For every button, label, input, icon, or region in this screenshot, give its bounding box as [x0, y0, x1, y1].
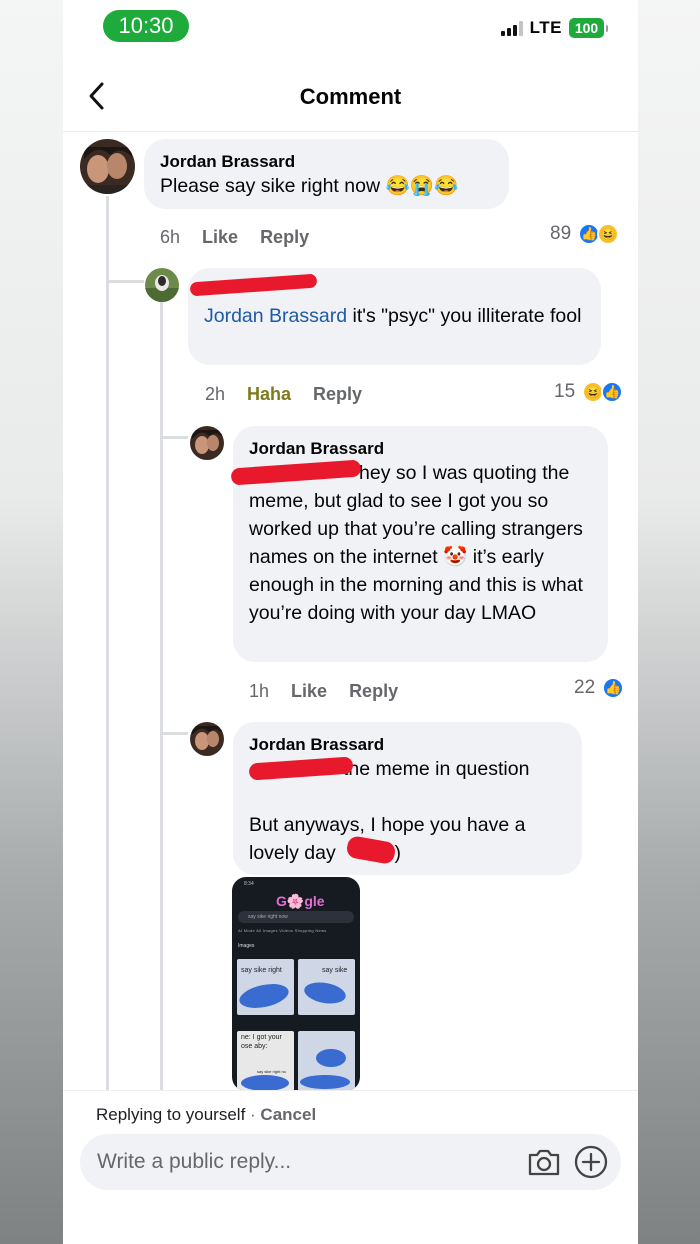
page-header: Comment: [63, 60, 638, 132]
attachment-time: 8:34: [244, 881, 254, 887]
haha-icon: 😆: [597, 223, 620, 245]
attachment-thumb: ne: I got your ose aby: say sike right n…: [237, 1031, 294, 1091]
reply-composer: Replying to yourself · Cancel: [63, 1090, 638, 1244]
like-icon: 👍: [602, 677, 625, 699]
comment-time: 1h: [249, 681, 270, 701]
reply-input-container: [80, 1134, 621, 1190]
thread-connector: [160, 436, 188, 439]
reaction-count: 22: [574, 677, 596, 698]
mention-link[interactable]: Jordan Brassard: [204, 305, 347, 327]
attachment-section: Images: [238, 943, 255, 949]
thread-connector: [106, 280, 144, 283]
page-title: Comment: [299, 84, 402, 109]
like-icon: 👍: [601, 381, 624, 403]
add-button[interactable]: [574, 1145, 608, 1179]
signal-icon: [500, 20, 523, 36]
camera-icon: [528, 1149, 560, 1176]
comment-text: Please say sike right now 😂😭😂: [160, 175, 459, 197]
avatar[interactable]: [190, 426, 224, 460]
plus-circle-icon: [574, 1145, 608, 1179]
reaction-summary[interactable]: 89 👍 😆: [550, 223, 620, 245]
reply-button[interactable]: Reply: [260, 227, 309, 248]
comment-text: hey so I was quoting the meme, but glad …: [249, 462, 583, 624]
status-indicators: LTE 100: [500, 18, 608, 38]
reply-button[interactable]: Reply: [349, 681, 398, 702]
image-attachment[interactable]: 8:34 G🌸gle say sike right now AI Mode Al…: [232, 877, 360, 1091]
battery-icon: 100: [569, 18, 604, 38]
attachment-logo: G🌸gle: [276, 893, 325, 909]
thread-connector: [160, 732, 188, 735]
comment-bubble: Jordan Brassard hey so I was quoting the…: [233, 426, 608, 662]
thread-line: [160, 300, 163, 1091]
avatar[interactable]: [145, 268, 179, 302]
comment-actions: 2h Haha Reply: [205, 384, 362, 405]
attachment-tabs: AI Mode All Images Videos Shopping News: [238, 928, 327, 933]
cancel-button[interactable]: Cancel: [260, 1105, 316, 1124]
camera-button[interactable]: [527, 1147, 561, 1177]
comment-text-body: it's "psyc" you illiterate fool: [347, 305, 582, 327]
haha-reaction-button[interactable]: Haha: [247, 384, 291, 405]
comment-bubble: Jordan Brassard the meme in question But…: [233, 722, 582, 875]
attachment-search: say sike right now: [238, 911, 354, 923]
attachment-thumb: say sike right: [237, 959, 294, 1015]
comment-author[interactable]: Jordan Brassard: [249, 734, 566, 755]
reaction-count: 89: [550, 223, 572, 244]
comment-bubble: Jordan Brassard Please say sike right no…: [144, 139, 509, 209]
attachment-thumb: say sike: [298, 959, 355, 1015]
comment-actions: 1h Like Reply: [249, 681, 398, 702]
reaction-summary[interactable]: 15 😆 👍: [554, 381, 624, 403]
comment-author[interactable]: Jordan Brassard: [160, 151, 493, 172]
avatar[interactable]: [190, 722, 224, 756]
comment-text: Jordan Brassard it's "psyc" you illitera…: [204, 302, 585, 330]
comment-time: 2h: [205, 384, 226, 404]
like-button[interactable]: Like: [291, 681, 327, 702]
reply-input[interactable]: [80, 1134, 510, 1190]
like-button[interactable]: Like: [202, 227, 238, 248]
phone-screen: 10:30 LTE 100 Comment Jordan Brassard Pl…: [63, 0, 638, 1244]
attachment-thumb: [298, 1031, 355, 1091]
avatar[interactable]: [80, 139, 135, 194]
reaction-count: 15: [554, 381, 576, 402]
comment-text: But anyways, I hope you have a lovely da…: [249, 814, 526, 864]
comment-actions: 6h Like Reply: [160, 227, 309, 248]
reaction-summary[interactable]: 22 👍: [574, 677, 625, 699]
thread-line: [106, 196, 109, 1091]
replying-to-label: Replying to yourself · Cancel: [96, 1105, 317, 1124]
comment-author[interactable]: Jordan Brassard: [249, 438, 592, 459]
network-label: LTE: [529, 18, 562, 37]
comment-time: 6h: [160, 227, 181, 247]
reply-button[interactable]: Reply: [313, 384, 362, 405]
status-time: 10:30: [103, 10, 189, 42]
